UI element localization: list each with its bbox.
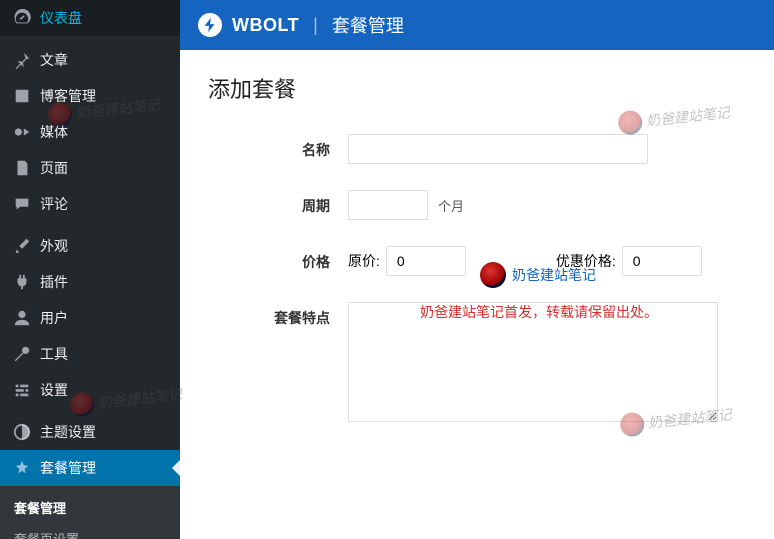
main-content: WBOLT | 套餐管理 添加套餐 名称 周期 个月 价格 (180, 0, 774, 539)
sidebar-item-label: 博客管理 (40, 86, 96, 106)
sidebar-item-media[interactable]: 媒体 (0, 114, 180, 150)
sidebar-item-plugins[interactable]: 插件 (0, 264, 180, 300)
sidebar-item-label: 用户 (40, 308, 68, 328)
header-divider: | (313, 15, 318, 36)
sidebar-item-tools[interactable]: 工具 (0, 336, 180, 372)
sidebar-item-label: 页面 (40, 158, 68, 178)
form-row-cycle: 周期 个月 (208, 190, 746, 220)
form-row-price: 价格 原价: 优惠价格: (208, 246, 746, 276)
label-promo-price: 优惠价格: (556, 251, 616, 271)
page-icon (12, 158, 32, 178)
pin-icon (12, 50, 32, 70)
brand-name: WBOLT (232, 15, 299, 36)
sidebar-item-label: 外观 (40, 236, 68, 256)
sidebar-item-label: 主题设置 (40, 422, 96, 442)
theme-icon (12, 422, 32, 442)
orig-price-input[interactable] (386, 246, 466, 276)
sidebar-item-label: 媒体 (40, 122, 68, 142)
tools-icon (12, 344, 32, 364)
submenu-item-package-page-settings[interactable]: 套餐页设置 (0, 523, 180, 539)
plugin-header: WBOLT | 套餐管理 (180, 0, 774, 50)
brush-icon (12, 236, 32, 256)
sidebar-item-label: 仪表盘 (40, 8, 82, 28)
promo-price-input[interactable] (622, 246, 702, 276)
sidebar-item-blog[interactable]: 博客管理 (0, 78, 180, 114)
name-input[interactable] (348, 134, 648, 164)
media-icon (12, 122, 32, 142)
cycle-input[interactable] (348, 190, 428, 220)
settings-icon (12, 380, 32, 400)
sidebar-item-package-manage[interactable]: 套餐管理 (0, 450, 180, 486)
features-textarea[interactable] (348, 302, 718, 422)
sidebar-item-comments[interactable]: 评论 (0, 186, 180, 222)
sidebar-item-label: 设置 (40, 380, 68, 400)
sidebar-item-posts[interactable]: 文章 (0, 42, 180, 78)
sidebar-item-label: 插件 (40, 272, 68, 292)
form-row-name: 名称 (208, 134, 746, 164)
sidebar-item-dashboard[interactable]: 仪表盘 (0, 0, 180, 36)
admin-sidebar: 仪表盘 文章 博客管理 媒体 页面 评论 外观 插件 (0, 0, 180, 539)
user-icon (12, 308, 32, 328)
page-title: 添加套餐 (208, 72, 746, 104)
sidebar-item-label: 文章 (40, 50, 68, 70)
submenu-item-package-manage[interactable]: 套餐管理 (0, 492, 180, 523)
label-features: 套餐特点 (208, 302, 348, 328)
label-name: 名称 (208, 134, 348, 160)
label-orig-price: 原价: (348, 251, 380, 271)
comment-icon (12, 194, 32, 214)
sidebar-item-users[interactable]: 用户 (0, 300, 180, 336)
form-row-features: 套餐特点 (208, 302, 746, 422)
wbolt-logo-icon (198, 13, 222, 37)
sidebar-item-appearance[interactable]: 外观 (0, 228, 180, 264)
sidebar-item-pages[interactable]: 页面 (0, 150, 180, 186)
header-section-title: 套餐管理 (332, 12, 404, 38)
dashboard-icon (12, 8, 32, 28)
blog-icon (12, 86, 32, 106)
plugin-icon (12, 272, 32, 292)
package-icon (12, 458, 32, 478)
cycle-suffix: 个月 (438, 196, 464, 215)
sidebar-item-label: 评论 (40, 194, 68, 214)
sidebar-item-label: 套餐管理 (40, 458, 96, 478)
label-price: 价格 (208, 246, 348, 272)
label-cycle: 周期 (208, 190, 348, 216)
sidebar-item-theme-settings[interactable]: 主题设置 (0, 414, 180, 450)
sidebar-item-label: 工具 (40, 344, 68, 364)
sidebar-submenu: 套餐管理 套餐页设置 (0, 486, 180, 539)
sidebar-item-settings[interactable]: 设置 (0, 372, 180, 408)
